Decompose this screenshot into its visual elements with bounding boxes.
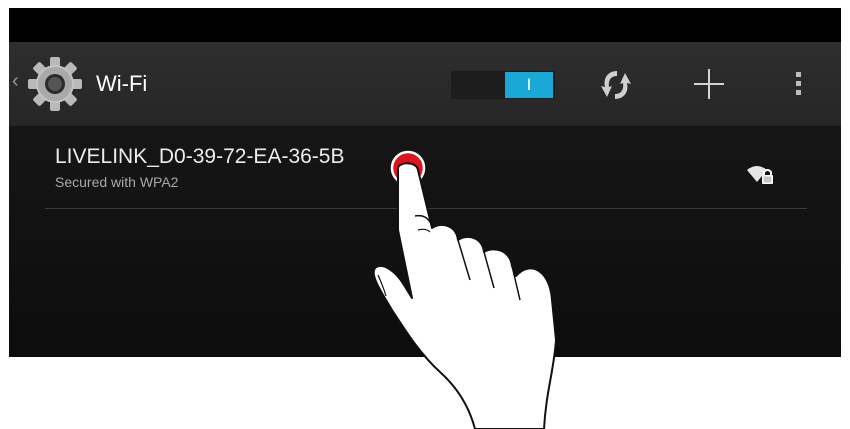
network-security: Secured with WPA2	[55, 174, 179, 190]
page-title: Wi-Fi	[96, 71, 148, 96]
status-bar	[9, 8, 841, 42]
action-bar: ‹ Wi-Fi I	[9, 42, 841, 126]
wifi-toggle[interactable]: I	[451, 71, 555, 99]
network-list: LIVELINK_D0-39-72-EA-36-5B Secured with …	[9, 126, 841, 357]
gear-icon[interactable]	[27, 56, 83, 112]
chevron-left-icon[interactable]: ‹	[12, 71, 19, 91]
overflow-menu-icon[interactable]	[795, 68, 803, 100]
device-screen: ‹ Wi-Fi I LIVELINK_D0-39-72-EA-36-5B Sec…	[9, 8, 841, 357]
toggle-knob[interactable]: I	[505, 72, 553, 98]
list-divider	[45, 208, 807, 209]
plus-icon[interactable]	[687, 62, 731, 106]
network-ssid: LIVELINK_D0-39-72-EA-36-5B	[55, 145, 345, 168]
list-item[interactable]: LIVELINK_D0-39-72-EA-36-5B Secured with …	[45, 126, 807, 208]
wifi-locked-icon	[747, 166, 773, 184]
sync-icon[interactable]	[597, 66, 635, 104]
